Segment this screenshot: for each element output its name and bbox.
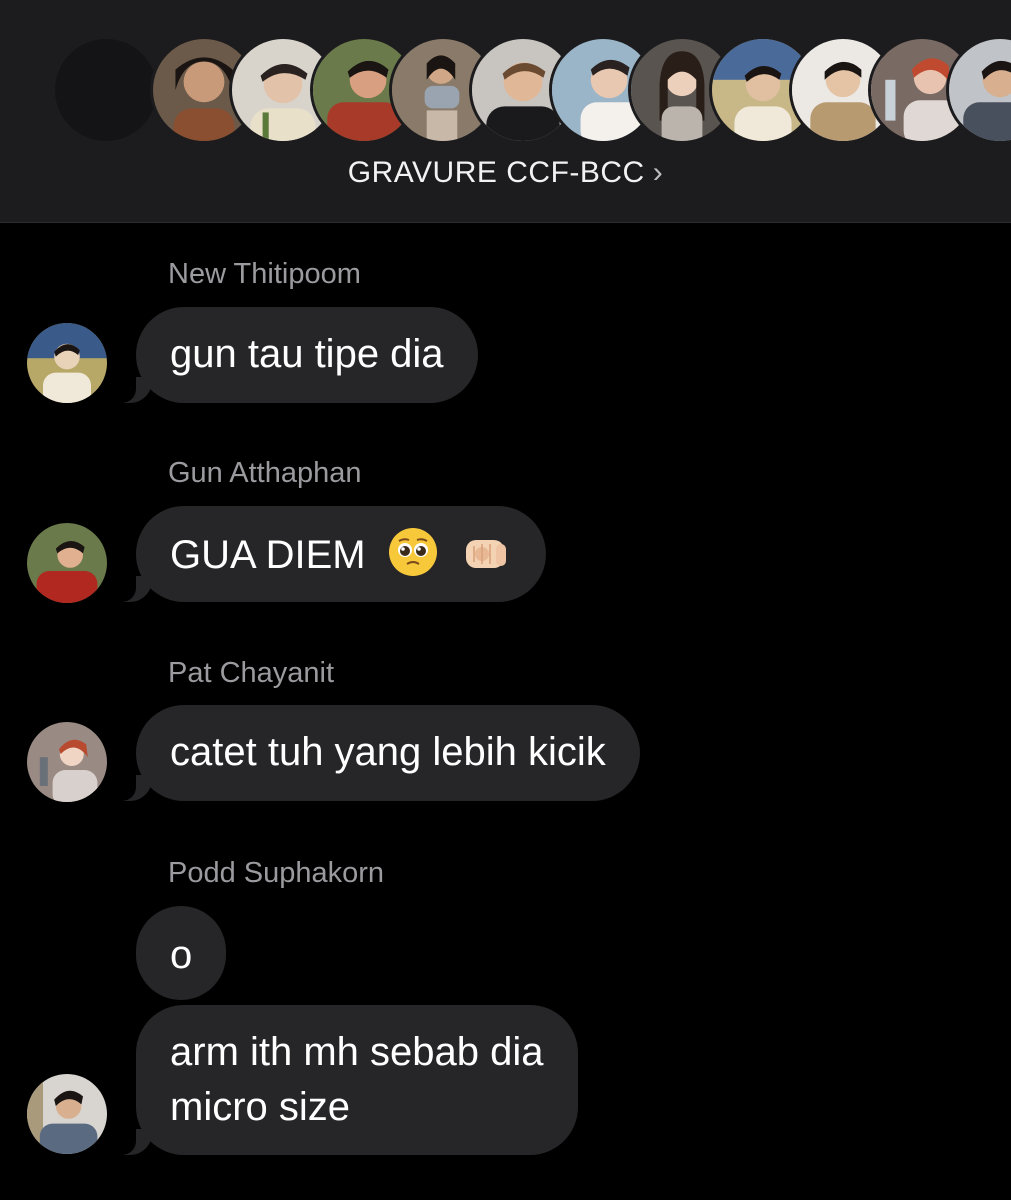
sender-avatar[interactable] (27, 722, 107, 802)
message-text: gun tau tipe dia (170, 332, 444, 376)
sender-name: Podd Suphakorn (168, 857, 385, 889)
chat-header: GRAVURE CCF-BCC › (0, 0, 1011, 223)
pleading-face-emoji (388, 528, 437, 576)
message-bubble[interactable]: catet tuh yang lebih kicik (112, 705, 640, 801)
message-text: arm ith mh sebab dia (170, 1030, 544, 1074)
sender-avatar[interactable] (27, 323, 107, 403)
message-bubble[interactable]: o (136, 906, 227, 1000)
group-avatar-stack[interactable] (0, 36, 1011, 146)
group-title[interactable]: GRAVURE CCF-BCC › (0, 156, 1011, 190)
placeholder-avatar (52, 36, 160, 144)
message-text: catet tuh yang lebih kicik (170, 730, 606, 774)
sender-avatar[interactable] (27, 523, 107, 603)
message-bubble[interactable]: gun tau tipe dia (112, 307, 478, 403)
pointing-fist-emoji (465, 540, 506, 568)
message-bubble[interactable]: arm ith mh sebab dia micro size (112, 1005, 578, 1155)
message-bubble[interactable]: GUA DIEM (112, 506, 546, 602)
message-text: o (170, 933, 193, 977)
message-text: micro size (170, 1085, 351, 1129)
group-name: GRAVURE CCF-BCC (347, 156, 645, 189)
message-text: GUA DIEM (170, 533, 366, 577)
chevron-right-icon: › (652, 156, 664, 189)
sender-avatar[interactable] (27, 1074, 107, 1154)
sender-name: Pat Chayanit (168, 657, 335, 689)
sender-name: New Thitipoom (168, 258, 361, 290)
sender-name: Gun Atthaphan (168, 457, 362, 489)
